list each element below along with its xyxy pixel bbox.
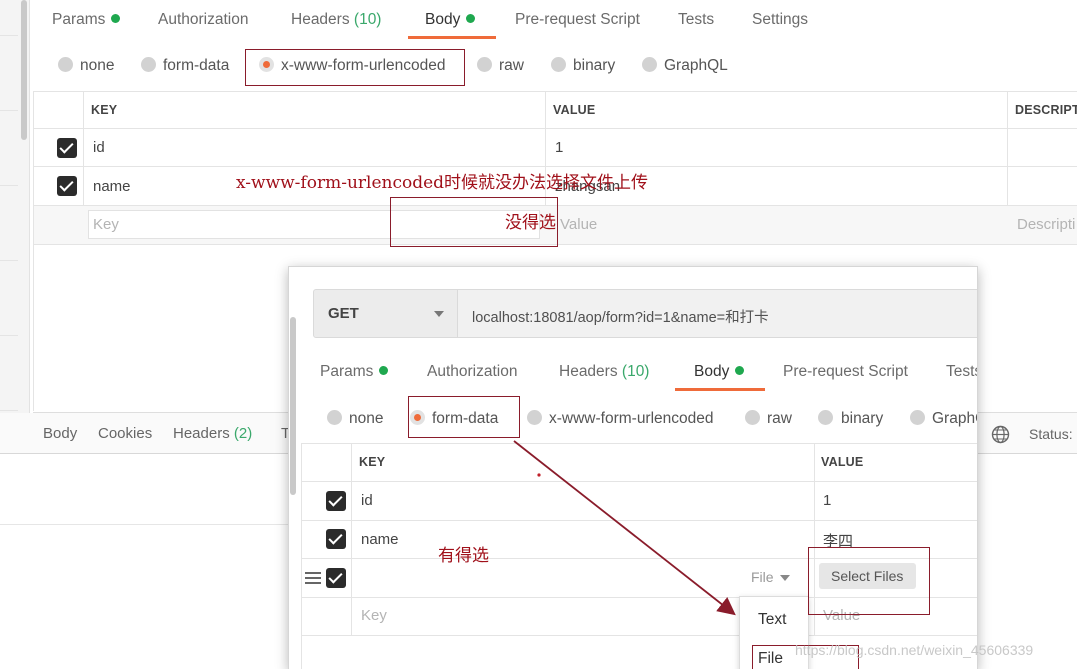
watermark: https://blog.csdn.net/weixin_45606339 [795, 642, 1034, 658]
annotation-no-option: 没得选 [505, 213, 556, 233]
annotation-arrow [513, 440, 736, 616]
annotation-has-option: 有得选 [438, 546, 489, 566]
annotation-urlencoded-note: x-www-form-urlencoded时候就没办法选择文件上传 [236, 173, 649, 193]
